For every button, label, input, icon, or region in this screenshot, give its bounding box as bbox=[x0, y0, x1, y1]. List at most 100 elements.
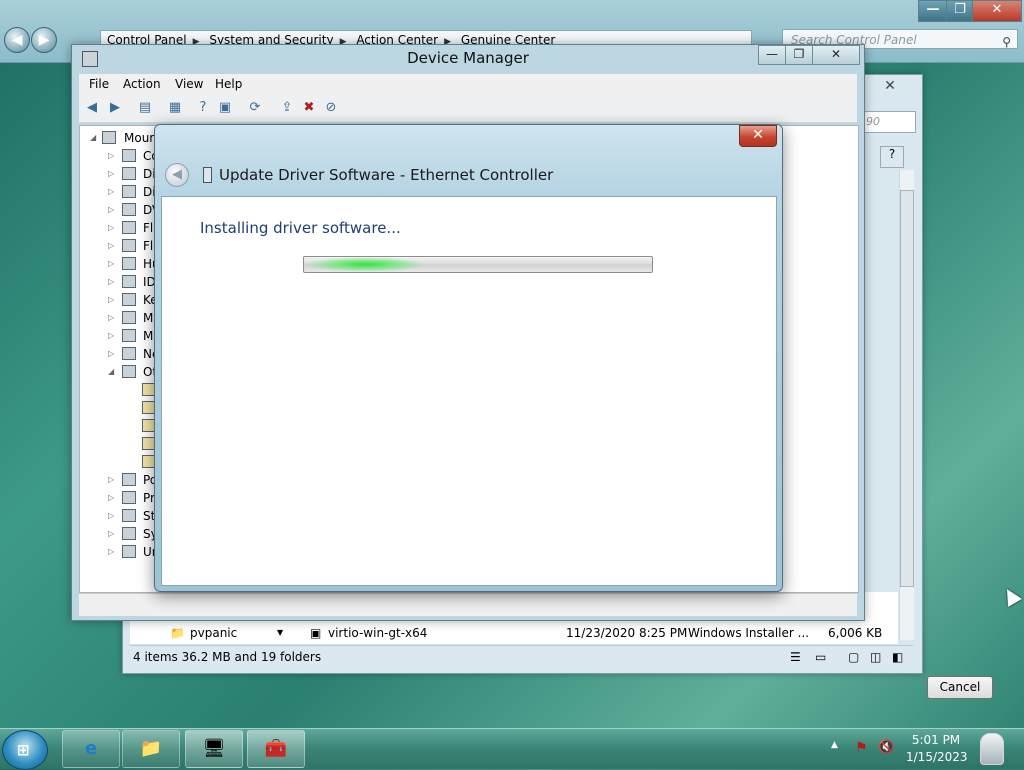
uninstall-icon[interactable]: ✖ bbox=[301, 100, 317, 116]
layout-pane-icon[interactable]: ▢ bbox=[848, 646, 859, 668]
expand-arrow-icon[interactable]: ◢ bbox=[90, 129, 96, 147]
update-driver-icon[interactable]: ⇪ bbox=[279, 100, 295, 116]
windows-logo-icon: ⊞ bbox=[17, 741, 30, 759]
taskbar-installer[interactable]: 🧰 bbox=[247, 730, 305, 768]
collapse-arrow-icon[interactable]: ▷ bbox=[108, 507, 114, 525]
back-arrow-icon: ◀ bbox=[172, 167, 182, 182]
back-icon[interactable]: ◀ bbox=[84, 100, 100, 116]
device-icon bbox=[122, 311, 136, 324]
collapse-arrow-icon[interactable]: ▷ bbox=[108, 525, 114, 543]
control-panel-close-button[interactable]: ✕ bbox=[972, 0, 1022, 22]
file-type: Windows Installer ... bbox=[688, 626, 810, 640]
details-pane-icon[interactable]: ◧ bbox=[892, 646, 903, 668]
collapse-arrow-icon[interactable]: ▷ bbox=[108, 327, 114, 345]
collapse-arrow-icon[interactable]: ▷ bbox=[108, 165, 114, 183]
mouse-cursor-icon bbox=[1000, 585, 1022, 607]
device-icon bbox=[122, 491, 136, 504]
status-bar bbox=[79, 593, 857, 616]
menu-help[interactable]: Help bbox=[215, 77, 242, 91]
collapse-arrow-icon[interactable]: ▷ bbox=[108, 219, 114, 237]
menu-bar: File Action View Help bbox=[79, 74, 857, 96]
collapse-arrow-icon[interactable]: ▷ bbox=[108, 147, 114, 165]
maximize-button[interactable]: ❐ bbox=[785, 45, 813, 65]
details-view-icon[interactable]: ☰ bbox=[790, 646, 801, 668]
collapse-arrow-icon[interactable]: ▷ bbox=[108, 237, 114, 255]
thumbnail-view-icon[interactable]: ▭ bbox=[815, 646, 826, 668]
explorer-search-input[interactable]: 190 bbox=[858, 111, 916, 133]
view-icon[interactable]: ▣ bbox=[217, 100, 233, 116]
device-icon bbox=[122, 527, 136, 540]
status-bar: 4 items 36.2 MB and 19 folders ☰ ▭ ▢ ◫ ◧ bbox=[130, 645, 913, 668]
file-date: 11/23/2020 8:25 PM bbox=[566, 626, 688, 640]
menu-view[interactable]: View bbox=[175, 77, 203, 91]
help-icon[interactable]: ? bbox=[880, 146, 904, 168]
file-size: 6,006 KB bbox=[828, 626, 883, 640]
install-status-text: Installing driver software... bbox=[200, 219, 401, 237]
menu-action[interactable]: Action bbox=[123, 77, 161, 91]
tree-folder-label[interactable]: pvpanic bbox=[190, 623, 237, 643]
update-driver-dialog: ✕ ◀ Update Driver Software - Ethernet Co… bbox=[154, 124, 783, 592]
chevron-down-icon[interactable]: ▼ bbox=[277, 623, 283, 643]
list-item[interactable]: 📁 pvpanic ▼ ▣ virtio-win-gt-x64 11/23/20… bbox=[130, 623, 898, 643]
device-icon bbox=[122, 275, 136, 288]
collapse-arrow-icon[interactable]: ▷ bbox=[108, 273, 114, 291]
cancel-button[interactable]: Cancel bbox=[927, 676, 993, 699]
device-icon bbox=[122, 509, 136, 522]
folder-icon: 📁 bbox=[139, 738, 163, 759]
collapse-arrow-icon[interactable]: ▷ bbox=[108, 255, 114, 273]
clock-date[interactable]: 1/15/2023 bbox=[906, 750, 968, 764]
progress-fill bbox=[304, 257, 426, 272]
collapse-arrow-icon[interactable]: ▷ bbox=[108, 201, 114, 219]
search-icon[interactable]: ⚲ bbox=[1002, 32, 1011, 52]
dialog-title: Update Driver Software - Ethernet Contro… bbox=[219, 166, 554, 184]
minimize-button[interactable]: — bbox=[758, 45, 786, 65]
collapse-arrow-icon[interactable]: ▷ bbox=[108, 291, 114, 309]
user-icon[interactable] bbox=[980, 733, 1004, 765]
expand-arrow-icon[interactable]: ◢ bbox=[108, 363, 114, 381]
taskbar-internet-explorer[interactable]: e bbox=[62, 730, 120, 768]
device-icon bbox=[122, 257, 136, 270]
collapse-arrow-icon[interactable]: ▷ bbox=[108, 543, 114, 561]
explorer-close-button[interactable]: ✕ bbox=[866, 76, 914, 96]
file-name[interactable]: virtio-win-gt-x64 bbox=[328, 623, 427, 643]
device-icon bbox=[122, 293, 136, 306]
device-icon bbox=[122, 347, 136, 360]
internet-explorer-icon: e bbox=[84, 738, 98, 759]
collapse-arrow-icon[interactable]: ▷ bbox=[108, 183, 114, 201]
collapse-arrow-icon[interactable]: ▷ bbox=[108, 309, 114, 327]
show-hide-tree-icon[interactable]: ▤ bbox=[137, 100, 153, 116]
collapse-arrow-icon[interactable]: ▷ bbox=[108, 471, 114, 489]
forward-button[interactable]: ▶ bbox=[31, 27, 57, 53]
device-icon bbox=[122, 167, 136, 180]
help-icon[interactable]: ? bbox=[195, 100, 211, 116]
scan-hardware-icon[interactable]: ⟳ bbox=[247, 100, 263, 116]
menu-file[interactable]: File bbox=[89, 77, 109, 91]
close-button[interactable]: ✕ bbox=[739, 125, 777, 147]
show-hidden-icons-icon[interactable]: ▲ bbox=[831, 740, 838, 750]
back-button[interactable]: ◀ bbox=[4, 27, 30, 53]
taskbar-windows-explorer[interactable]: 📁 bbox=[122, 730, 180, 768]
control-panel-maximize-button[interactable]: ❐ bbox=[946, 0, 974, 22]
preview-pane-icon[interactable]: ◫ bbox=[870, 646, 881, 668]
back-button[interactable]: ◀ bbox=[165, 163, 189, 187]
taskbar-device-manager[interactable]: 🖥 bbox=[185, 730, 243, 768]
explorer-scroll-thumb[interactable] bbox=[900, 190, 914, 587]
device-icon bbox=[122, 473, 136, 486]
forward-arrow-icon: ▶ bbox=[38, 32, 50, 48]
disable-device-icon[interactable]: ⊘ bbox=[323, 100, 339, 116]
clock-time[interactable]: 5:01 PM bbox=[906, 733, 966, 747]
progress-bar bbox=[303, 256, 653, 273]
close-button[interactable]: ✕ bbox=[812, 45, 860, 65]
control-panel-minimize-button[interactable]: — bbox=[918, 0, 948, 22]
device-manager-icon: 🖥 bbox=[202, 738, 226, 759]
dialog-content: Installing driver software... bbox=[161, 196, 777, 586]
properties-icon[interactable]: ▦ bbox=[167, 100, 183, 116]
tree-item-label: Mour bbox=[124, 131, 155, 145]
device-icon bbox=[122, 221, 136, 234]
action-center-flag-icon[interactable]: ⚑ bbox=[855, 740, 868, 756]
volume-muted-icon[interactable]: 🔇 bbox=[878, 740, 894, 755]
collapse-arrow-icon[interactable]: ▷ bbox=[108, 489, 114, 507]
collapse-arrow-icon[interactable]: ▷ bbox=[108, 345, 114, 363]
forward-icon[interactable]: ▶ bbox=[107, 100, 123, 116]
device-icon bbox=[122, 545, 136, 558]
